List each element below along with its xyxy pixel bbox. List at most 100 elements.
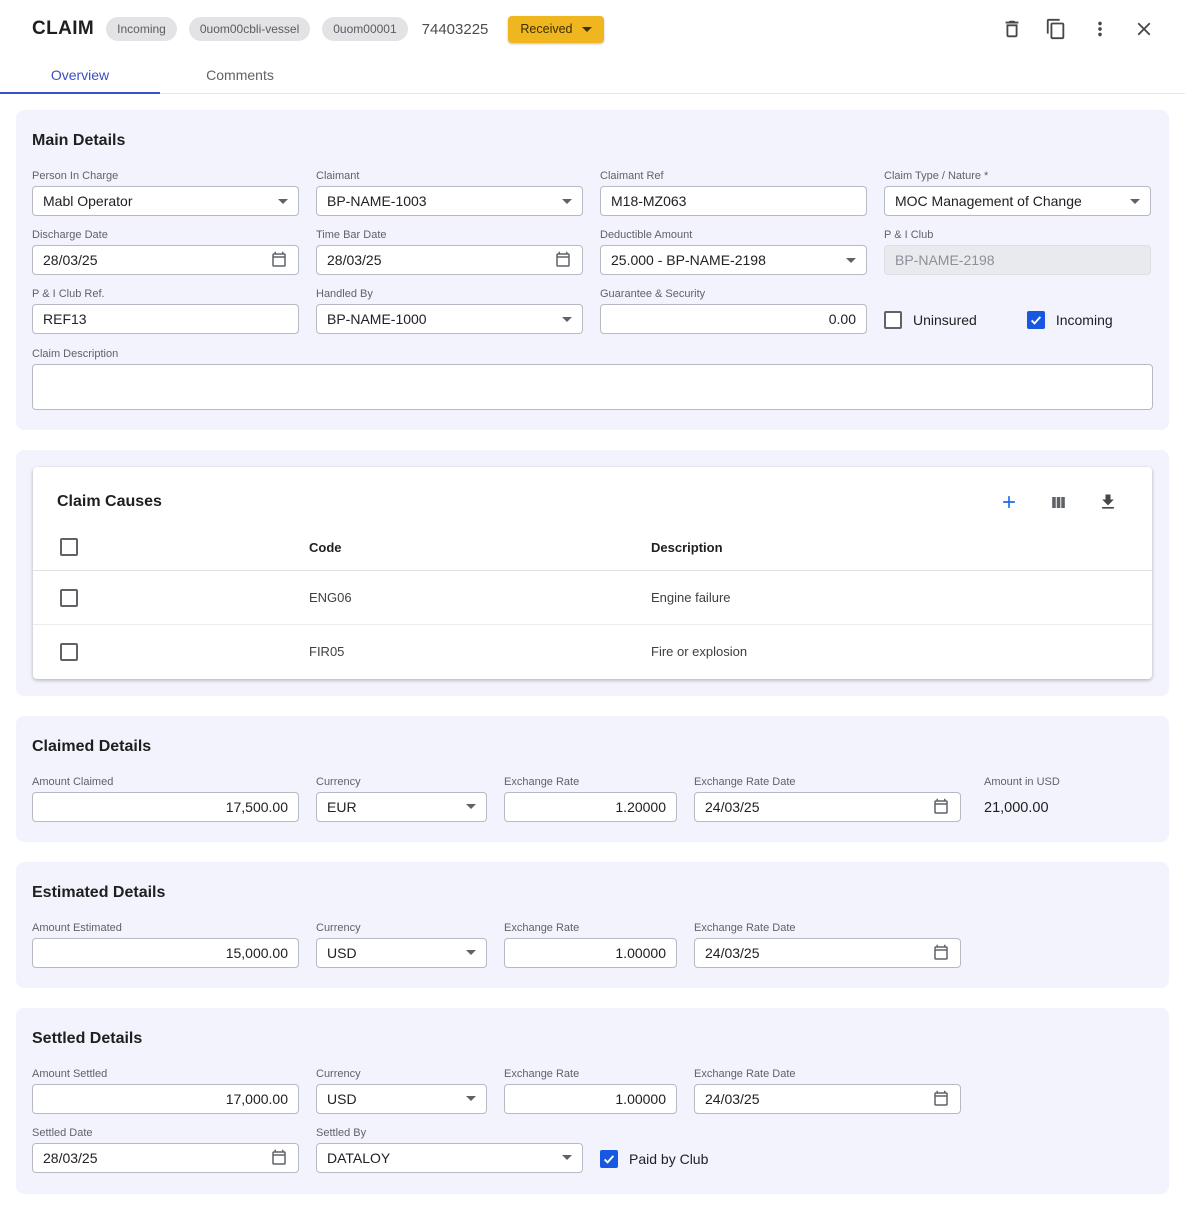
chevron-down-icon <box>582 27 592 32</box>
cell-description: Fire or explosion <box>651 625 1152 679</box>
claimed-exchange-rate-input[interactable] <box>504 792 677 822</box>
field-label: Currency <box>316 1068 487 1080</box>
settled-currency-select[interactable]: USD <box>316 1084 487 1114</box>
settled-exchange-rate-date-input[interactable]: 24/03/25 <box>694 1084 961 1114</box>
calendar-icon <box>554 251 572 269</box>
column-header-description: Description <box>651 528 1152 571</box>
date-value: 24/03/25 <box>705 1091 924 1107</box>
tab-overview[interactable]: Overview <box>0 58 160 94</box>
incoming-checkbox[interactable]: Incoming <box>1027 311 1113 329</box>
more-options-button[interactable] <box>1087 16 1113 42</box>
estimated-exchange-rate-date-input[interactable]: 24/03/25 <box>694 938 961 968</box>
amount-estimated-input[interactable] <box>32 938 299 968</box>
tab-bar: Overview Comments <box>0 58 1185 94</box>
calendar-icon <box>932 798 950 816</box>
checkbox-icon <box>600 1150 618 1168</box>
field-claimed-currency: Currency EUR <box>316 776 487 822</box>
handled-by-select[interactable]: BP-NAME-1000 <box>316 304 583 334</box>
field-estimated-exchange-rate: Exchange Rate <box>504 922 677 968</box>
section-title: Estimated Details <box>32 884 1153 902</box>
date-value: 28/03/25 <box>43 252 262 268</box>
claimed-currency-select[interactable]: EUR <box>316 792 487 822</box>
close-button[interactable] <box>1131 16 1157 42</box>
copy-icon <box>1045 18 1067 40</box>
select-all-checkbox[interactable] <box>60 538 78 556</box>
calendar-icon <box>270 1149 288 1167</box>
main-details-row-4: Claim Description <box>32 348 1153 410</box>
estimated-exchange-rate-input[interactable] <box>504 938 677 968</box>
field-claimant-ref: Claimant Ref <box>600 170 867 216</box>
claimant-ref-input[interactable] <box>600 186 867 216</box>
chevron-down-icon <box>562 199 572 204</box>
claim-causes-table: Code Description ENG06 Engine failure <box>33 528 1152 679</box>
table-row[interactable]: ENG06 Engine failure <box>33 571 1152 625</box>
main-details-row-3: P & I Club Ref. Handled By BP-NAME-1000 … <box>32 288 1153 335</box>
checkbox-icon <box>1027 311 1045 329</box>
field-label: Amount in USD <box>984 776 1060 788</box>
chevron-down-icon <box>466 950 476 955</box>
delete-button[interactable] <box>999 16 1025 42</box>
guarantee-security-input[interactable] <box>600 304 867 334</box>
calendar-icon <box>270 251 288 269</box>
person-in-charge-select[interactable]: Mabl Operator <box>32 186 299 216</box>
field-time-bar-date: Time Bar Date 28/03/25 <box>316 229 583 275</box>
date-value: 24/03/25 <box>705 945 924 961</box>
download-button[interactable] <box>1096 490 1120 514</box>
field-label: Deductible Amount <box>600 229 867 241</box>
claim-causes-section: Claim Causes <box>16 450 1169 696</box>
claim-causes-card: Claim Causes <box>33 467 1152 679</box>
column-settings-button[interactable] <box>1047 491 1070 514</box>
cell-code: ENG06 <box>309 571 651 625</box>
select-all-cell <box>33 528 309 571</box>
copy-button[interactable] <box>1043 16 1069 42</box>
header-left: CLAIM Incoming 0uom00cbli-vessel 0uom000… <box>32 16 604 43</box>
deductible-amount-select[interactable]: 25.000 - BP-NAME-2198 <box>600 245 867 275</box>
field-label: Exchange Rate Date <box>694 1068 961 1080</box>
field-claimed-exchange-rate-date: Exchange Rate Date 24/03/25 <box>694 776 961 822</box>
field-label: Exchange Rate <box>504 1068 677 1080</box>
select-value: Mabl Operator <box>43 193 270 209</box>
field-label: Settled Date <box>32 1127 299 1139</box>
claim-type-select[interactable]: MOC Management of Change <box>884 186 1151 216</box>
estimated-details-section: Estimated Details Amount Estimated Curre… <box>16 862 1169 988</box>
estimated-currency-select[interactable]: USD <box>316 938 487 968</box>
field-settled-by: Settled By DATALOY <box>316 1127 583 1173</box>
add-claim-cause-button[interactable] <box>997 490 1021 514</box>
field-guarantee-security: Guarantee & Security <box>600 288 867 334</box>
checkbox-label: Paid by Club <box>629 1151 708 1167</box>
paid-by-club-checkbox[interactable]: Paid by Club <box>600 1150 708 1168</box>
table-header-row: Code Description <box>33 528 1152 571</box>
settled-exchange-rate-input[interactable] <box>504 1084 677 1114</box>
chevron-down-icon <box>562 1155 572 1160</box>
status-dropdown[interactable]: Received <box>508 16 603 43</box>
time-bar-date-input[interactable]: 28/03/25 <box>316 245 583 275</box>
uninsured-checkbox[interactable]: Uninsured <box>884 311 977 329</box>
amount-claimed-input[interactable] <box>32 792 299 822</box>
main-details-row-2: Discharge Date 28/03/25 Time Bar Date 28… <box>32 229 1153 275</box>
main-details-section: Main Details Person In Charge Mabl Opera… <box>16 110 1169 430</box>
close-icon <box>1133 18 1155 40</box>
discharge-date-input[interactable]: 28/03/25 <box>32 245 299 275</box>
select-value: 25.000 - BP-NAME-2198 <box>611 252 838 268</box>
download-icon <box>1098 492 1118 512</box>
claim-description-textarea[interactable] <box>32 364 1153 410</box>
row-checkbox[interactable] <box>60 643 78 661</box>
settled-by-select[interactable]: DATALOY <box>316 1143 583 1173</box>
cell-description: Engine failure <box>651 571 1152 625</box>
checkbox-icon <box>884 311 902 329</box>
status-label: Received <box>520 22 572 36</box>
claimed-exchange-rate-date-input[interactable]: 24/03/25 <box>694 792 961 822</box>
tab-comments[interactable]: Comments <box>160 58 320 94</box>
settled-details-section: Settled Details Amount Settled Currency … <box>16 1008 1169 1194</box>
settled-date-input[interactable]: 28/03/25 <box>32 1143 299 1173</box>
pi-club-ref-input[interactable] <box>32 304 299 334</box>
amount-settled-input[interactable] <box>32 1084 299 1114</box>
checkbox-label: Incoming <box>1056 312 1113 328</box>
row-checkbox[interactable] <box>60 589 78 607</box>
claim-causes-header: Claim Causes <box>33 467 1152 528</box>
section-title: Main Details <box>32 132 1153 150</box>
claimant-select[interactable]: BP-NAME-1003 <box>316 186 583 216</box>
select-value: MOC Management of Change <box>895 193 1122 209</box>
main-details-row-1: Person In Charge Mabl Operator Claimant … <box>32 170 1153 216</box>
table-row[interactable]: FIR05 Fire or explosion <box>33 625 1152 679</box>
